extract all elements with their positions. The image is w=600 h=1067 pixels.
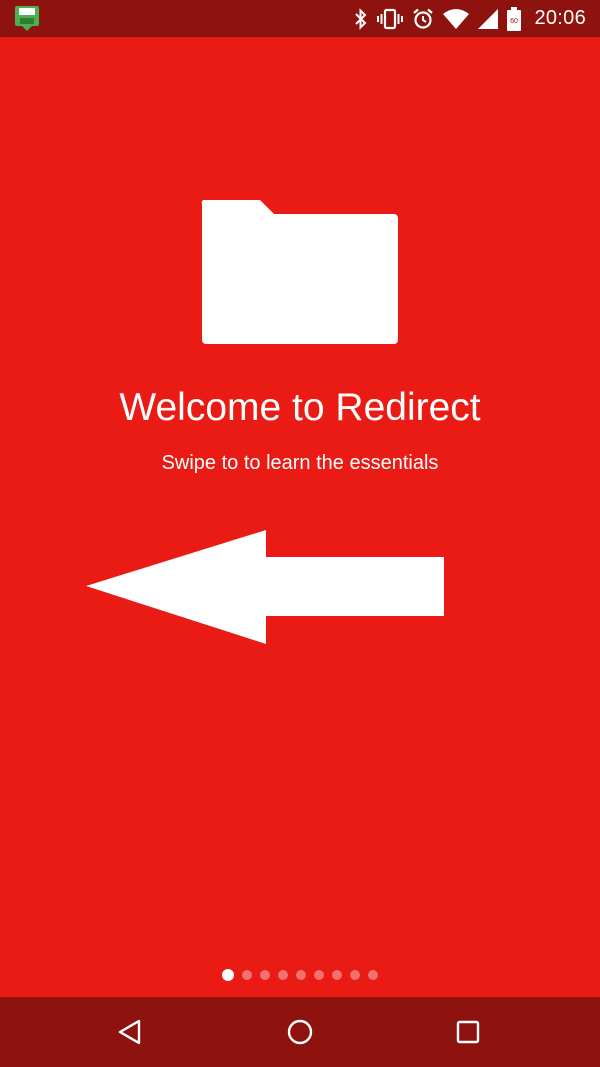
back-triangle-icon — [118, 1019, 141, 1045]
wifi-icon — [443, 8, 470, 29]
welcome-title: Welcome to Redirect — [119, 386, 481, 429]
arrow-left-icon — [86, 530, 444, 644]
recents-square-icon — [456, 1020, 480, 1044]
status-bar: 60 20:06 — [0, 0, 600, 37]
status-clock: 20:06 — [534, 7, 586, 29]
page-dot[interactable] — [368, 970, 378, 980]
cellular-signal-icon — [478, 8, 499, 29]
recents-button[interactable] — [428, 997, 508, 1067]
page-dot[interactable] — [332, 970, 342, 980]
page-indicator — [0, 968, 600, 982]
folder-icon — [201, 200, 398, 344]
page-dot[interactable] — [278, 970, 288, 980]
page-dot[interactable] — [242, 970, 252, 980]
home-button[interactable] — [260, 997, 340, 1067]
navigation-bar — [0, 997, 600, 1067]
battery-level-text: 60 — [511, 18, 519, 25]
page-dot[interactable] — [350, 970, 360, 980]
vibrate-icon — [377, 8, 404, 29]
home-circle-icon — [287, 1019, 313, 1045]
status-icons: 60 20:06 — [354, 0, 586, 37]
page-dot[interactable] — [314, 970, 324, 980]
welcome-subtitle: Swipe to to learn the essentials — [161, 452, 439, 474]
onboarding-screen[interactable]: 60 20:06 Welcome to Redirect Swipe to to… — [0, 0, 600, 1067]
alarm-icon — [413, 8, 434, 29]
bluetooth-icon — [355, 7, 367, 30]
page-dot[interactable] — [296, 970, 306, 980]
battery-icon: 60 — [507, 6, 522, 31]
status-notifications — [14, 5, 40, 36]
save-notification-icon — [15, 6, 39, 31]
back-button[interactable] — [90, 997, 170, 1067]
page-dot-active[interactable] — [222, 969, 234, 981]
page-dot[interactable] — [260, 970, 270, 980]
